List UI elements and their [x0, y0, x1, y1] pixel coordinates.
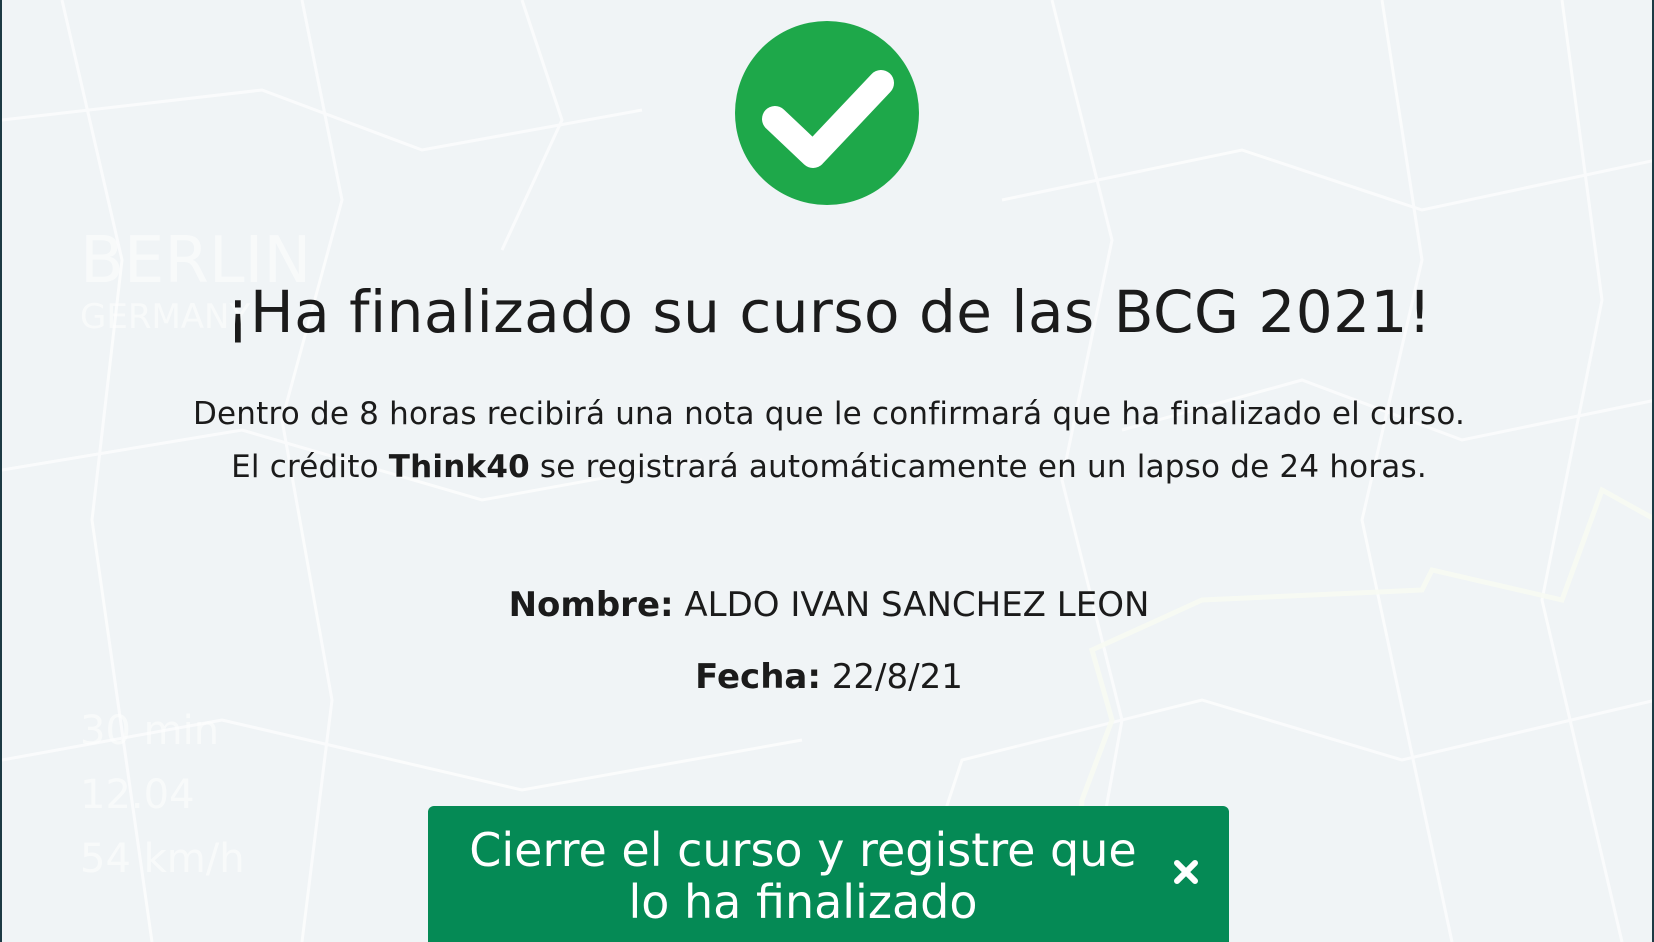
name-label: Nombre:: [508, 585, 674, 625]
close-icon: [1174, 860, 1198, 884]
message-line-2-suffix: se registrará automáticamente en un laps…: [529, 449, 1427, 485]
close-course-button-label: Cierre el curso y registre que lo ha fin…: [469, 823, 1137, 929]
completion-title: ¡Ha finalizado su curso de las BCG 2021!: [226, 278, 1432, 346]
page: BERLIN GERMANY 30 min 12.04 54 km/h ¡Ha …: [0, 0, 1654, 942]
credit-brand-name: Think40: [388, 449, 530, 485]
message-line-2: El crédito Think40 se registrará automát…: [2, 441, 1652, 494]
date-value: 22/8/21: [831, 657, 963, 697]
date-label: Fecha:: [695, 657, 821, 697]
name-value: ALDO IVAN SANCHEZ LEON: [684, 585, 1150, 625]
close-course-button[interactable]: Cierre el curso y registre que lo ha fin…: [428, 806, 1229, 942]
svg-text:12.04: 12.04: [80, 772, 195, 818]
completion-message: Dentro de 8 horas recibirá una nota que …: [2, 388, 1652, 494]
completion-date-row: Fecha: 22/8/21: [2, 657, 1652, 697]
message-line-2-prefix: El crédito: [231, 449, 389, 485]
svg-text:30 min: 30 min: [80, 708, 219, 754]
check-circle-icon: [735, 21, 919, 205]
completion-dialog: BERLIN GERMANY 30 min 12.04 54 km/h ¡Ha …: [0, 0, 1654, 942]
svg-text:54 km/h: 54 km/h: [80, 836, 245, 882]
student-name-row: Nombre: ALDO IVAN SANCHEZ LEON: [2, 585, 1652, 625]
message-line-1: Dentro de 8 horas recibirá una nota que …: [192, 396, 1466, 432]
